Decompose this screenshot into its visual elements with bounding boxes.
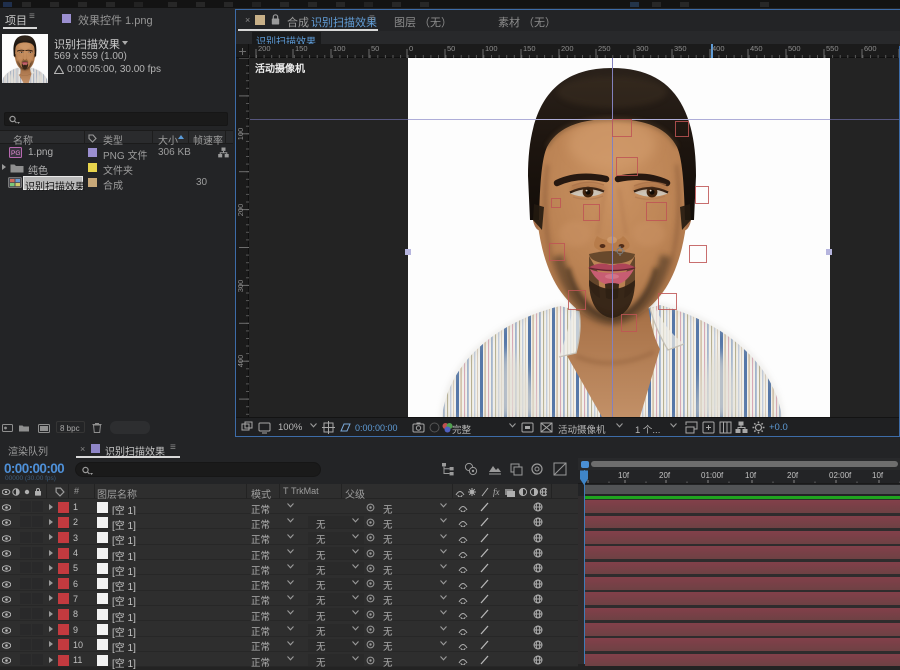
svg-text:400: 400 [236, 355, 245, 368]
svg-text:300: 300 [236, 280, 245, 293]
svg-text:fx: fx [493, 487, 500, 497]
svg-text:100: 100 [236, 128, 245, 141]
svg-text:200: 200 [236, 204, 245, 217]
svg-text:PG: PG [11, 150, 20, 157]
